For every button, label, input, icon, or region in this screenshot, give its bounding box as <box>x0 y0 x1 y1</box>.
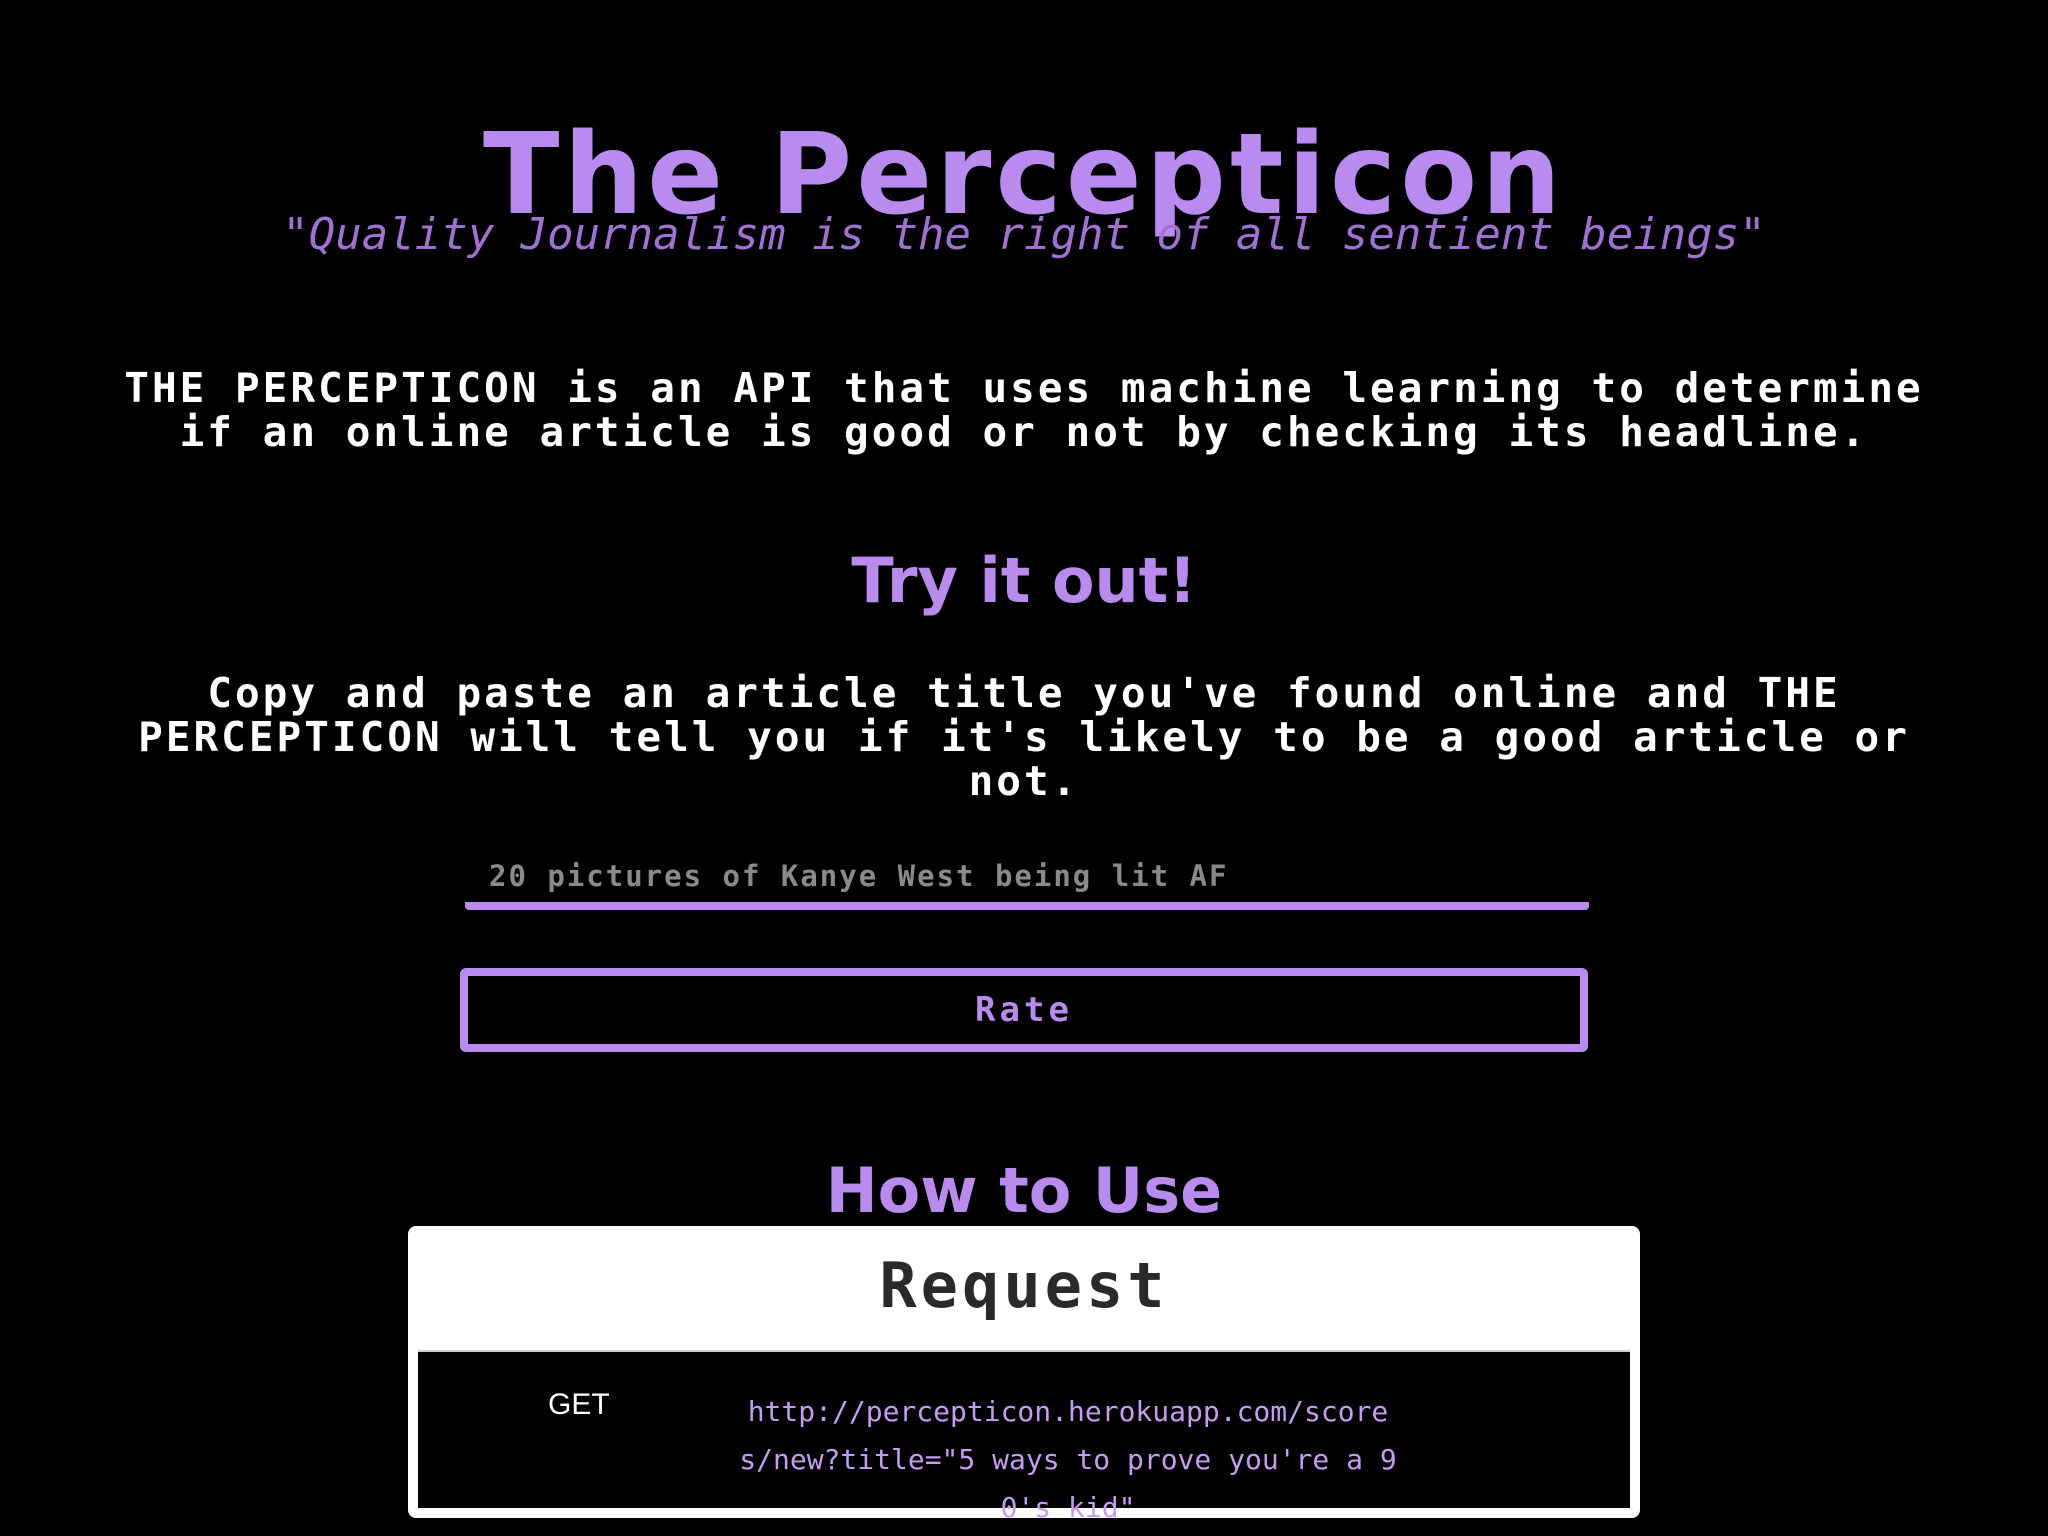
request-card-body: GET http://percepticon.herokuapp.com/sco… <box>418 1352 1630 1524</box>
headline-input[interactable] <box>465 860 1589 910</box>
tagline: "Quality Journalism is the right of all … <box>282 209 1766 260</box>
request-card: Request GET http://percepticon.herokuapp… <box>408 1226 1640 1524</box>
how-to-use-heading: How to Use <box>825 1154 1223 1228</box>
request-url: http://percepticon.herokuapp.com/scores/… <box>739 1395 1397 1524</box>
request-card-title: Request <box>879 1249 1169 1322</box>
instructions-text: Copy and paste an article title you've f… <box>138 669 1910 805</box>
http-method-label: GET <box>548 1388 610 1421</box>
try-it-out-heading: Try it out! <box>851 544 1197 618</box>
intro-description: THE PERCEPTICON is an API that uses mach… <box>124 364 1924 456</box>
rate-button[interactable]: Rate <box>460 968 1588 1052</box>
